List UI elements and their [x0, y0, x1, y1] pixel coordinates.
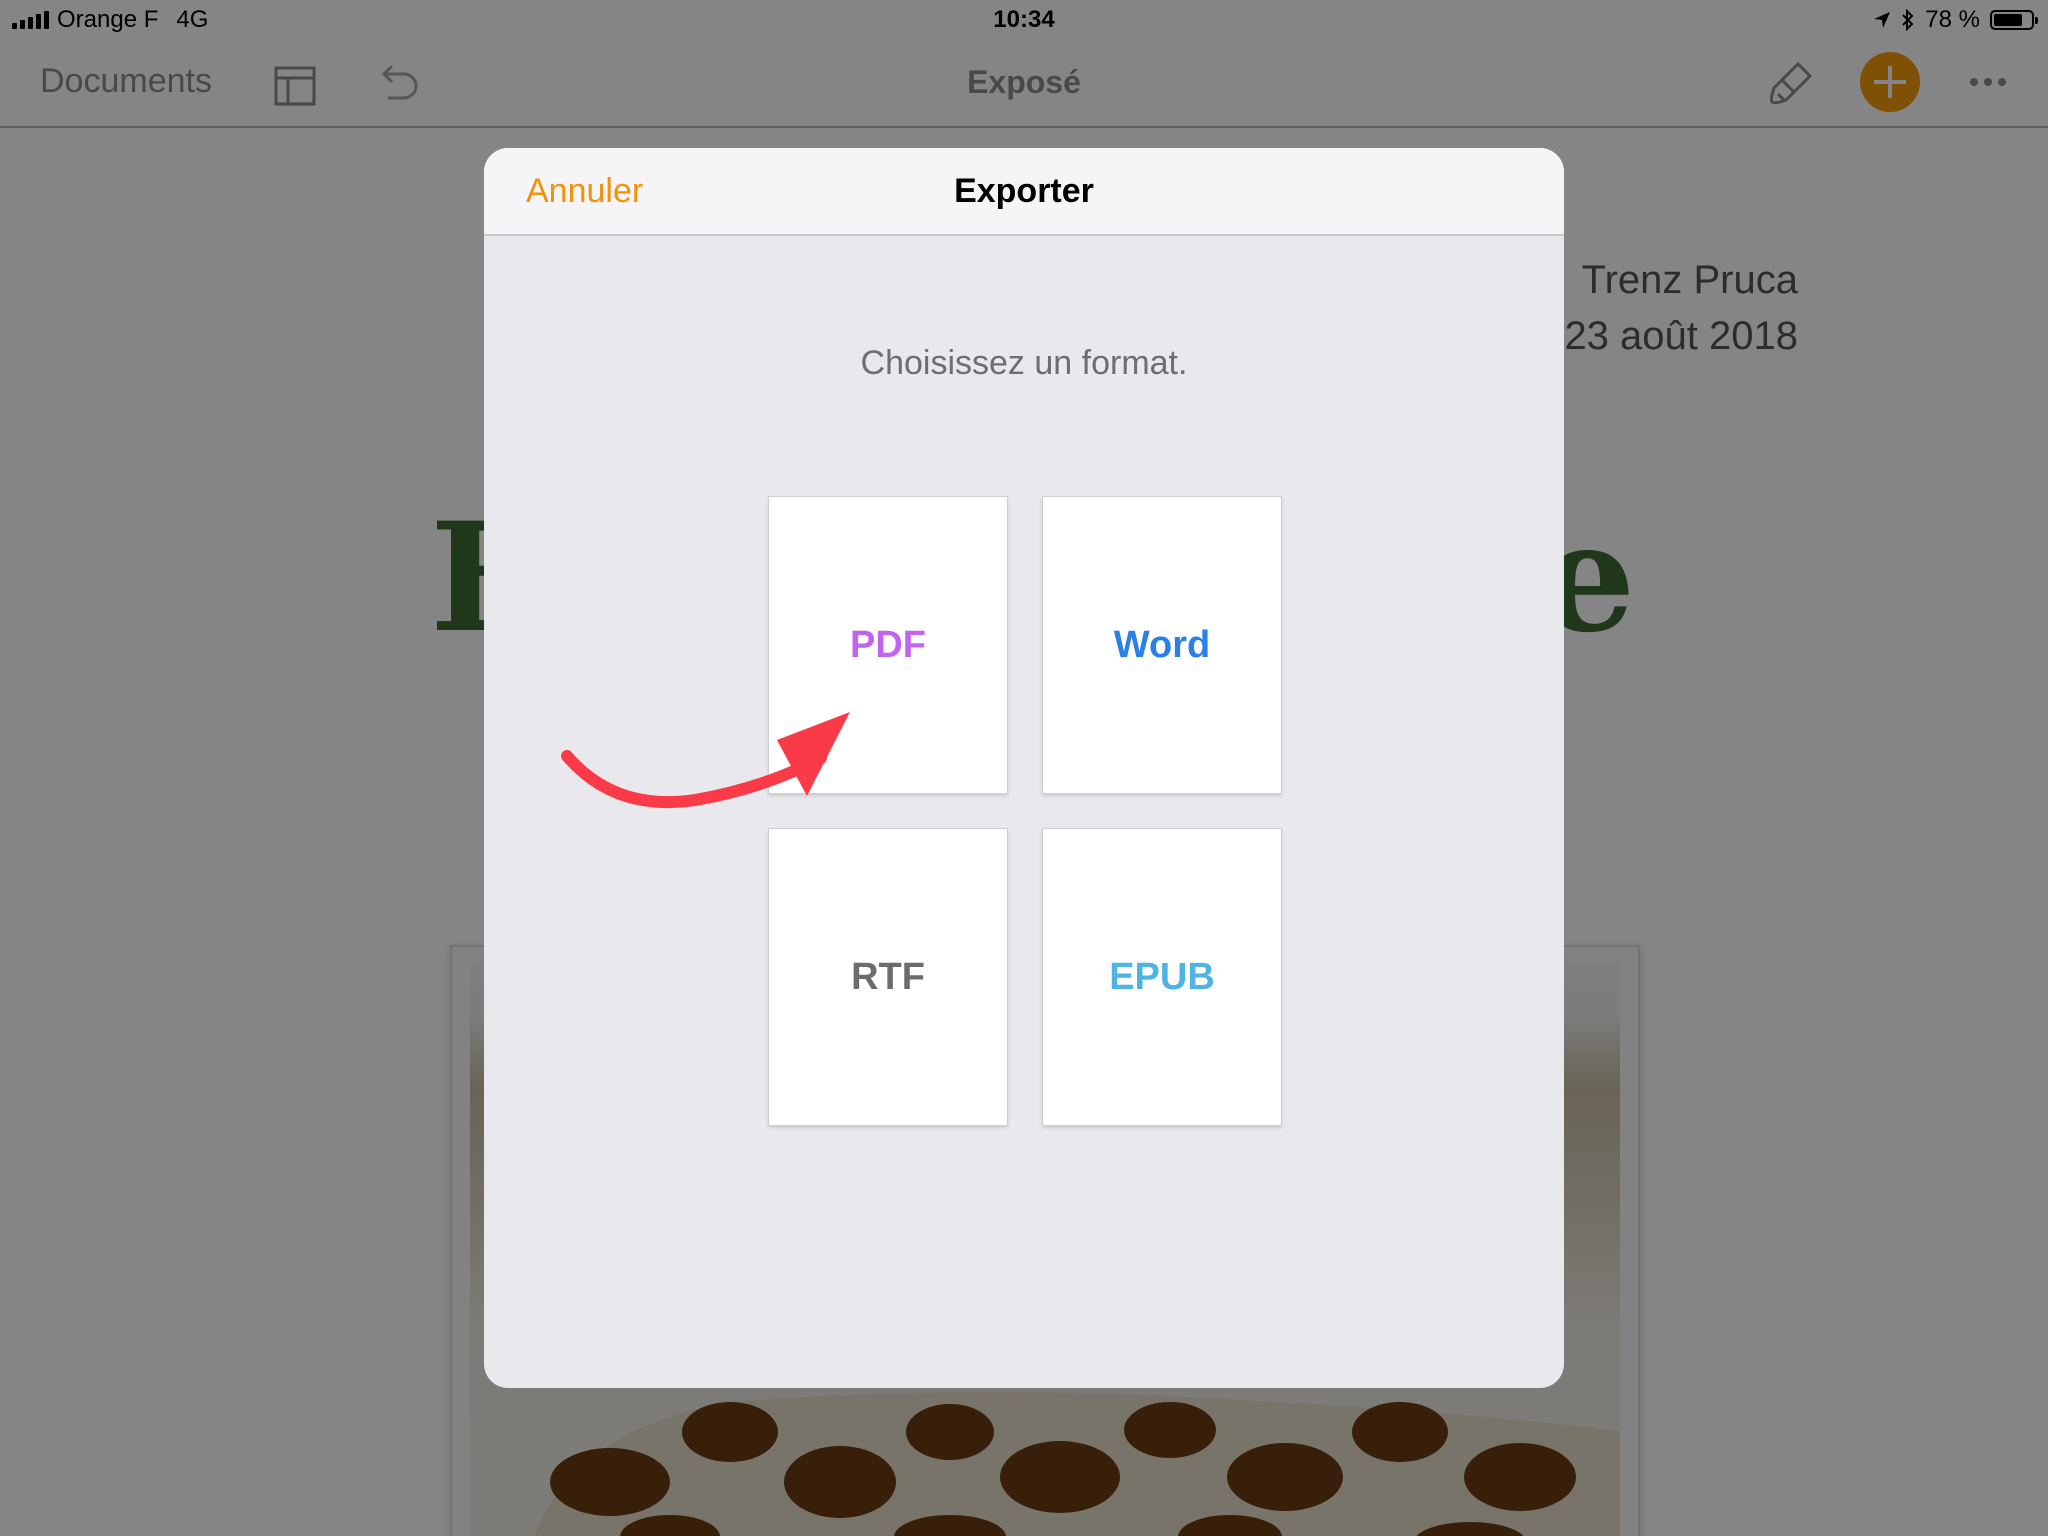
- format-epub-label: EPUB: [1109, 955, 1215, 998]
- format-prompt: Choisissez un format.: [860, 344, 1188, 382]
- format-rtf-label: RTF: [851, 955, 925, 998]
- format-word-label: Word: [1113, 623, 1211, 666]
- red-arrow-annotation: [561, 712, 850, 809]
- format-rtf-button[interactable]: RTF: [768, 828, 1008, 1126]
- format-epub-button[interactable]: EPUB: [1042, 828, 1282, 1126]
- pages-app-screen: Orange F 4G 10:34 78 % Documents Exposé …: [0, 0, 2048, 1536]
- dialog-title: Exporter: [954, 172, 1094, 210]
- format-word-button[interactable]: Word: [1042, 496, 1282, 794]
- format-pdf-label: PDF: [850, 623, 926, 666]
- dialog-header: Annuler Exporter: [484, 148, 1564, 236]
